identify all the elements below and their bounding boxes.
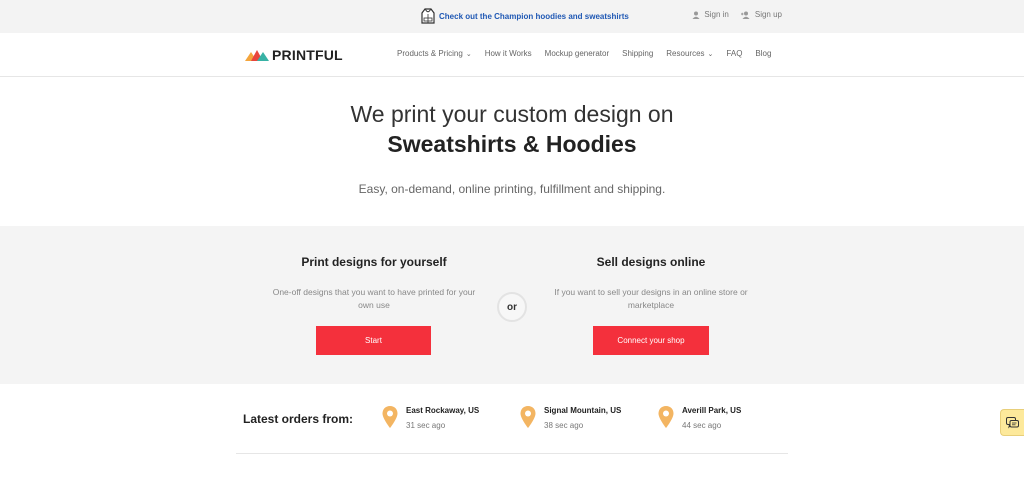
latest-orders-label: Latest orders from: (243, 412, 354, 426)
hoodie-icon (421, 8, 435, 24)
nav-item-faq[interactable]: FAQ (726, 49, 742, 58)
sign-in-link[interactable]: Sign in (692, 10, 729, 19)
nav-item-label: Shipping (622, 49, 654, 58)
nav-item-label: Resources (666, 49, 705, 58)
nav-item-label: Blog (755, 49, 772, 58)
promo-link[interactable]: Check out the Champion hoodies and sweat… (421, 7, 629, 25)
logo-mark-icon (245, 50, 269, 61)
connect-shop-button[interactable]: Connect your shop (593, 326, 709, 355)
main-nav: PRINTFUL Products & Pricing ⌄ How it Wor… (0, 33, 1024, 77)
chat-bubble-icon (1006, 416, 1019, 429)
auth-links: Sign in Sign up (680, 10, 782, 19)
chevron-down-icon: ⌄ (465, 50, 472, 58)
order-time: 38 sec ago (544, 421, 584, 430)
nav-item-resources[interactable]: Resources ⌄ (666, 49, 713, 58)
sell-online-description: If you want to sell your designs in an o… (554, 287, 748, 310)
nav-item-label: FAQ (726, 49, 743, 58)
nav-item-mockup-generator[interactable]: Mockup generator (545, 49, 609, 58)
print-for-yourself-title: Print designs for yourself (301, 255, 447, 269)
location-pin-icon (382, 406, 398, 428)
nav-item-blog[interactable]: Blog (755, 49, 771, 58)
order-time: 31 sec ago (406, 421, 446, 430)
location-pin-icon (520, 406, 536, 428)
nav-item-how-it-works[interactable]: How it Works (485, 49, 532, 58)
sign-in-label: Sign in (704, 10, 729, 19)
sign-up-label: Sign up (754, 10, 782, 19)
sign-up-link[interactable]: Sign up (740, 10, 782, 19)
hero-subtitle: Easy, on-demand, online printing, fulfil… (358, 182, 666, 196)
hero-heading-line1: We print your custom design on (350, 101, 674, 127)
chevron-down-icon: ⌄ (707, 50, 714, 58)
add-user-icon (740, 11, 750, 19)
order-item: Averill Park, US 44 sec ago (658, 406, 741, 430)
nav-item-shipping[interactable]: Shipping (622, 49, 653, 58)
sell-online-title: Sell designs online (596, 255, 706, 269)
location-pin-icon (658, 406, 674, 428)
order-location: East Rockaway, US (406, 406, 480, 415)
nav-menu: Products & Pricing ⌄ How it Works Mockup… (397, 49, 784, 58)
or-divider-badge: or (497, 292, 527, 322)
nav-item-label: Products & Pricing (397, 49, 463, 58)
promo-text[interactable]: Check out the Champion hoodies and sweat… (439, 12, 629, 21)
order-item: East Rockaway, US 31 sec ago (382, 406, 479, 430)
hero-heading-line2: Sweatshirts & Hoodies (387, 131, 637, 157)
start-button[interactable]: Start (316, 326, 431, 355)
choice-section: Print designs for yourself One-off desig… (0, 226, 1024, 384)
top-promo-bar: Check out the Champion hoodies and sweat… (0, 0, 1024, 33)
order-location: Averill Park, US (682, 406, 742, 415)
user-icon (692, 11, 700, 19)
logo-text: PRINTFUL (272, 47, 343, 63)
order-location: Signal Mountain, US (544, 406, 622, 415)
orders-divider (236, 453, 788, 454)
order-item: Signal Mountain, US 38 sec ago (520, 406, 621, 430)
order-time: 44 sec ago (682, 421, 722, 430)
nav-item-label: How it Works (484, 49, 532, 58)
print-for-yourself-description: One-off designs that you want to have pr… (272, 287, 476, 310)
printful-logo[interactable]: PRINTFUL (245, 47, 343, 63)
nav-item-products-pricing[interactable]: Products & Pricing ⌄ (397, 49, 472, 58)
chat-widget-button[interactable] (1000, 409, 1024, 436)
nav-item-label: Mockup generator (544, 49, 610, 58)
